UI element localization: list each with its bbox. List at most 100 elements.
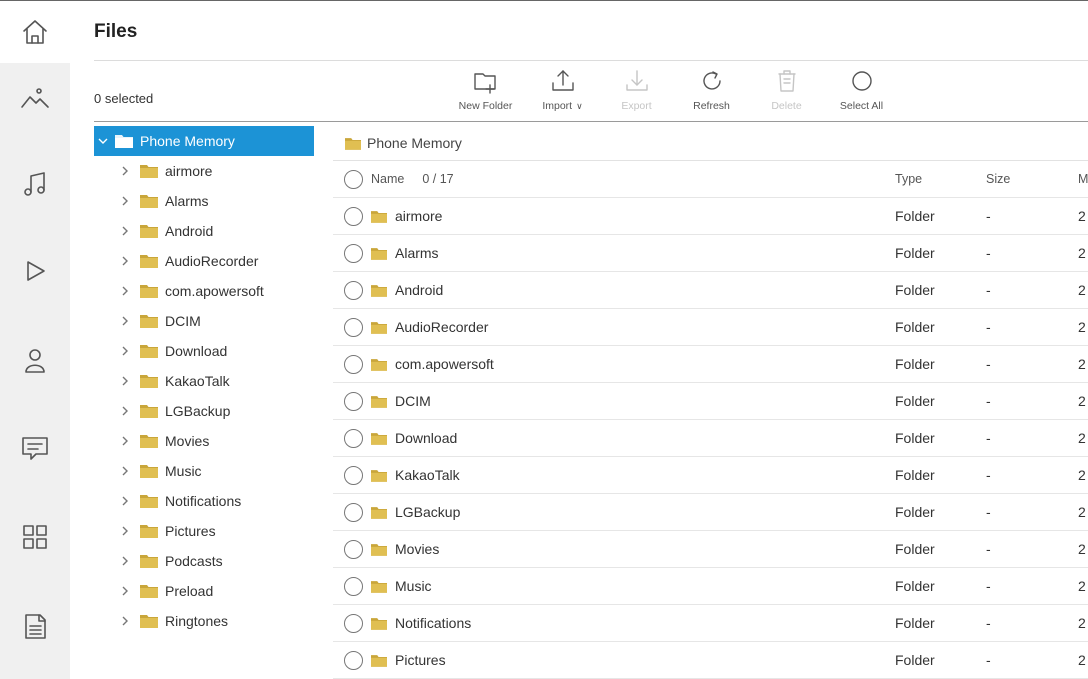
name-cell: Movies xyxy=(371,541,439,557)
tree-item[interactable]: Android xyxy=(94,216,314,246)
tree-item[interactable]: Ringtones xyxy=(94,606,314,636)
tree-item[interactable]: AudioRecorder xyxy=(94,246,314,276)
table-row[interactable]: DCIM Folder - 2 xyxy=(333,383,1088,420)
folder-icon xyxy=(140,315,158,328)
chevron-right-icon xyxy=(122,496,128,506)
name-cell: LGBackup xyxy=(371,504,460,520)
breadcrumb-label: Phone Memory xyxy=(367,135,462,151)
modified-cell: 2 xyxy=(1078,319,1086,335)
name-column-header[interactable]: Name xyxy=(371,172,404,186)
tree-item[interactable]: Download xyxy=(94,336,314,366)
modified-column-header[interactable]: M xyxy=(1078,172,1088,186)
upload-icon xyxy=(551,70,574,91)
nav-contacts[interactable] xyxy=(0,329,70,391)
row-checkbox[interactable] xyxy=(344,206,363,226)
export-button[interactable]: Export xyxy=(599,68,674,118)
tree-item[interactable]: Movies xyxy=(94,426,314,456)
folder-icon xyxy=(140,555,158,568)
type-cell: Folder xyxy=(895,541,935,557)
row-checkbox[interactable] xyxy=(344,317,363,337)
row-checkbox[interactable] xyxy=(344,502,363,522)
folder-icon xyxy=(371,210,387,223)
size-column-header[interactable]: Size xyxy=(986,172,1010,186)
table-row[interactable]: Download Folder - 2 xyxy=(333,420,1088,457)
folder-icon xyxy=(140,585,158,598)
table-row[interactable]: Music Folder - 2 xyxy=(333,568,1088,605)
name-cell: AudioRecorder xyxy=(371,319,488,335)
tree-item[interactable]: com.apowersoft xyxy=(94,276,314,306)
size-cell: - xyxy=(986,393,991,409)
tree-item[interactable]: KakaoTalk xyxy=(94,366,314,396)
modified-cell: 2 xyxy=(1078,467,1086,483)
chevron-right-icon xyxy=(122,586,128,596)
tree-item[interactable]: Podcasts xyxy=(94,546,314,576)
row-checkbox[interactable] xyxy=(344,428,363,448)
row-checkbox[interactable] xyxy=(344,391,363,411)
modified-cell: 2 xyxy=(1078,245,1086,261)
nav-music[interactable] xyxy=(0,153,70,215)
file-name: KakaoTalk xyxy=(395,467,460,483)
row-checkbox[interactable] xyxy=(344,613,363,633)
table-row[interactable]: Pictures Folder - 2 xyxy=(333,642,1088,679)
table-row[interactable]: Alarms Folder - 2 xyxy=(333,235,1088,272)
select-all-button[interactable]: Select All xyxy=(824,68,899,118)
tree-item[interactable]: Notifications xyxy=(94,486,314,516)
tree-item[interactable]: DCIM xyxy=(94,306,314,336)
nav-apps[interactable] xyxy=(0,506,70,568)
row-checkbox[interactable] xyxy=(344,243,363,263)
folder-icon xyxy=(371,358,387,371)
table-row[interactable]: AudioRecorder Folder - 2 xyxy=(333,309,1088,346)
tree-item[interactable]: Music xyxy=(94,456,314,486)
table-row[interactable]: Movies Folder - 2 xyxy=(333,531,1088,568)
refresh-button[interactable]: Refresh xyxy=(674,68,749,118)
chevron-right-icon xyxy=(122,286,128,296)
table-row[interactable]: KakaoTalk Folder - 2 xyxy=(333,457,1088,494)
table-row[interactable]: airmore Folder - 2 xyxy=(333,198,1088,235)
new-folder-button[interactable]: New Folder xyxy=(448,68,523,118)
select-all-checkbox[interactable] xyxy=(344,169,363,189)
tree-item[interactable]: LGBackup xyxy=(94,396,314,426)
tree-item-label: Notifications xyxy=(165,493,242,509)
import-button[interactable]: Import ∨ xyxy=(525,68,600,118)
row-checkbox[interactable] xyxy=(344,576,363,596)
new-folder-icon xyxy=(473,73,496,94)
file-name: Movies xyxy=(395,541,440,557)
folder-icon xyxy=(371,654,387,667)
type-cell: Folder xyxy=(895,652,935,668)
tree-item-label: Ringtones xyxy=(165,613,229,629)
tree-item[interactable]: airmore xyxy=(94,156,314,186)
tree-item[interactable]: Pictures xyxy=(94,516,314,546)
table-row[interactable]: com.apowersoft Folder - 2 xyxy=(333,346,1088,383)
delete-label: Delete xyxy=(771,100,802,112)
nav-photos[interactable] xyxy=(0,67,70,129)
name-cell: Notifications xyxy=(371,615,471,631)
table-row[interactable]: LGBackup Folder - 2 xyxy=(333,494,1088,531)
table-row[interactable]: Notifications Folder - 2 xyxy=(333,605,1088,642)
folder-icon xyxy=(140,465,158,478)
file-name: DCIM xyxy=(395,393,431,409)
nav-home[interactable] xyxy=(0,1,70,63)
tree-item[interactable]: Alarms xyxy=(94,186,314,216)
nav-videos[interactable] xyxy=(0,240,70,302)
name-cell: Music xyxy=(371,578,432,594)
nav-files[interactable] xyxy=(0,595,70,657)
size-cell: - xyxy=(986,615,991,631)
type-cell: Folder xyxy=(895,282,935,298)
row-checkbox[interactable] xyxy=(344,650,363,670)
row-checkbox[interactable] xyxy=(344,465,363,485)
nav-messages[interactable] xyxy=(0,417,70,479)
modified-cell: 2 xyxy=(1078,578,1086,594)
tree-item[interactable]: Preload xyxy=(94,576,314,606)
row-checkbox[interactable] xyxy=(344,280,363,300)
size-cell: - xyxy=(986,356,991,372)
size-cell: - xyxy=(986,282,991,298)
delete-button[interactable]: Delete xyxy=(749,68,824,118)
tree-root-phone-memory[interactable]: Phone Memory xyxy=(94,126,314,156)
size-cell: - xyxy=(986,652,991,668)
row-checkbox[interactable] xyxy=(344,354,363,374)
name-cell: Download xyxy=(371,430,457,446)
row-checkbox[interactable] xyxy=(344,539,363,559)
table-row[interactable]: Android Folder - 2 xyxy=(333,272,1088,309)
refresh-label: Refresh xyxy=(693,100,730,112)
type-column-header[interactable]: Type xyxy=(895,172,922,186)
